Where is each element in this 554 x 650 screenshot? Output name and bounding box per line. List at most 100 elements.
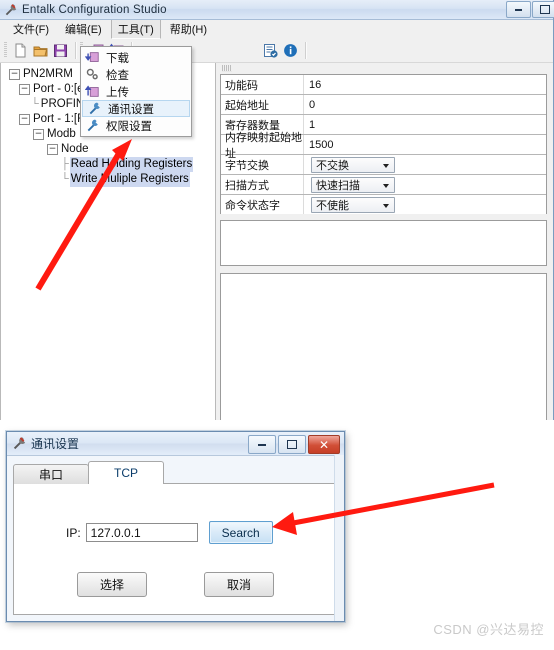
- property-value-cell: 不交换: [304, 155, 546, 174]
- ip-row: IP: 127.0.0.1 Search: [66, 521, 273, 544]
- ip-input[interactable]: 127.0.0.1: [85, 523, 198, 542]
- menu-bar: 文件(F) 编辑(E) 工具(T) 帮助(H): [0, 19, 553, 39]
- property-row[interactable]: 命令状态字 不使能: [221, 195, 546, 214]
- menu-item-label: 权限设置: [106, 120, 152, 133]
- scan-mode-dropdown[interactable]: 快速扫描: [311, 176, 395, 193]
- minimize-button[interactable]: [506, 1, 531, 18]
- menu-item-permission-settings[interactable]: 权限设置: [81, 117, 191, 134]
- maximize-button[interactable]: [532, 1, 554, 18]
- new-file-icon[interactable]: [12, 42, 29, 59]
- dialog-body: 串口 TCP IP: 127.0.0.1 Search 选择 取消: [7, 456, 344, 624]
- menu-item-label: 下载: [106, 52, 129, 65]
- main-application-window: Entalk Configuration Studio 文件(F) 编辑(E) …: [0, 0, 554, 422]
- property-pane-grip[interactable]: [222, 65, 232, 72]
- menu-file[interactable]: 文件(F): [6, 19, 56, 39]
- property-name: 扫描方式: [221, 175, 304, 194]
- property-name: 起始地址: [221, 95, 304, 114]
- menu-item-label: 检查: [106, 69, 129, 82]
- watermark: CSDN @兴达易控: [433, 622, 544, 637]
- chevron-down-icon: [383, 163, 389, 168]
- property-row[interactable]: 内存映射起始地址 1500: [221, 132, 546, 160]
- menu-item-check[interactable]: 检查: [81, 66, 191, 83]
- property-name: 功能码: [221, 75, 304, 94]
- dialog-maximize-button[interactable]: [278, 435, 306, 454]
- property-pane: 功能码 16 起始地址 0 寄存器数量 1 内存映射起始地址 1500 字节交换: [216, 63, 553, 422]
- menu-item-label: 通讯设置: [108, 103, 154, 116]
- property-value[interactable]: 0: [304, 95, 546, 114]
- property-value-cell: 不使能: [304, 195, 546, 214]
- menu-item-label: 上传: [106, 86, 129, 99]
- title-bar: Entalk Configuration Studio: [0, 0, 554, 20]
- menu-item-upload[interactable]: 上传: [81, 83, 191, 100]
- wrench-icon: [85, 118, 100, 133]
- ip-label: IP:: [66, 525, 81, 540]
- tree-node-read-holding-registers[interactable]: ├ Read Holding Registers: [5, 157, 215, 172]
- dialog-button-row: 选择 取消: [14, 572, 337, 597]
- tree-node-label: Read Holding Registers: [69, 157, 194, 172]
- expander-icon[interactable]: −: [19, 114, 30, 125]
- menu-edit[interactable]: 编辑(E): [58, 19, 109, 39]
- tcp-tab-panel: IP: 127.0.0.1 Search 选择 取消: [13, 483, 338, 615]
- property-name: 字节交换: [221, 155, 304, 174]
- property-row[interactable]: 功能码 16: [221, 75, 546, 95]
- tab-serial-port[interactable]: 串口: [13, 464, 89, 484]
- open-folder-icon[interactable]: [32, 42, 49, 59]
- property-value[interactable]: 16: [304, 75, 546, 94]
- dropdown-value: 不交换: [316, 159, 349, 172]
- tree-branch-icon: ├: [61, 158, 69, 170]
- menu-tools[interactable]: 工具(T): [110, 19, 161, 39]
- info-icon[interactable]: [282, 42, 299, 59]
- window-controls: [506, 1, 554, 18]
- property-row[interactable]: 起始地址 0: [221, 95, 546, 115]
- property-row[interactable]: 扫描方式 快速扫描: [221, 175, 546, 195]
- command-status-word-dropdown[interactable]: 不使能: [311, 196, 395, 213]
- tree-branch-icon: └: [31, 98, 39, 110]
- byte-swap-dropdown[interactable]: 不交换: [311, 156, 395, 173]
- dropdown-value: 快速扫描: [316, 179, 360, 192]
- tools-icon: [12, 436, 27, 451]
- app-tools-icon: [4, 3, 18, 17]
- dialog-close-button[interactable]: ✕: [308, 435, 340, 454]
- menu-item-communication-settings[interactable]: 通讯设置: [82, 100, 190, 117]
- dropdown-value: 不使能: [316, 199, 349, 212]
- property-value-cell: 快速扫描: [304, 175, 546, 194]
- property-detail-box: [220, 220, 547, 266]
- property-row[interactable]: 字节交换 不交换: [221, 155, 546, 175]
- close-icon: ✕: [318, 437, 330, 452]
- property-value[interactable]: 1: [304, 115, 546, 134]
- dialog-minimize-button[interactable]: [248, 435, 276, 454]
- property-value[interactable]: 1500: [304, 135, 546, 154]
- expander-icon[interactable]: −: [47, 144, 58, 155]
- upload-icon: [84, 84, 100, 99]
- tab-tcp[interactable]: TCP: [88, 461, 164, 484]
- tree-node-label: Node: [61, 143, 89, 155]
- menu-item-download[interactable]: 下载: [81, 49, 191, 66]
- dialog-window-controls: ✕: [248, 435, 340, 454]
- property-name: 内存映射起始地址: [221, 132, 304, 160]
- communication-settings-dialog: 通讯设置 ✕ 串口 TCP IP: 127.0.0.1 Search 选择 取消: [6, 431, 345, 622]
- tree-node-write-muliple-registers[interactable]: └ Write Muliple Registers: [5, 172, 215, 187]
- cancel-button[interactable]: 取消: [204, 572, 274, 597]
- property-name: 命令状态字: [221, 195, 304, 214]
- select-button[interactable]: 选择: [77, 572, 147, 597]
- window-title: Entalk Configuration Studio: [22, 3, 167, 16]
- save-disk-icon[interactable]: [52, 42, 69, 59]
- chevron-down-icon: [383, 183, 389, 188]
- property-lower-panel: [220, 273, 547, 422]
- dialog-tabstrip: 串口 TCP: [13, 461, 338, 484]
- wrench-icon: [87, 101, 102, 116]
- tools-dropdown-menu: 下载 检查 上传 通讯设置 权限设置: [80, 46, 192, 137]
- tree-node-label: PROFIN: [40, 98, 85, 110]
- expander-icon[interactable]: −: [33, 129, 44, 140]
- expander-icon[interactable]: −: [19, 84, 30, 95]
- tree-node-label: PN2MRM: [23, 68, 73, 80]
- tree-node-label: Modb: [47, 128, 76, 140]
- toolbar-grip[interactable]: [4, 42, 7, 58]
- validate-icon[interactable]: [262, 42, 279, 59]
- check-gear-icon: [85, 67, 100, 82]
- expander-icon[interactable]: −: [9, 69, 20, 80]
- tree-node-node[interactable]: − Node: [5, 142, 215, 157]
- search-button[interactable]: Search: [208, 521, 273, 544]
- tree-node-label: Write Muliple Registers: [69, 172, 190, 187]
- menu-help[interactable]: 帮助(H): [163, 19, 214, 39]
